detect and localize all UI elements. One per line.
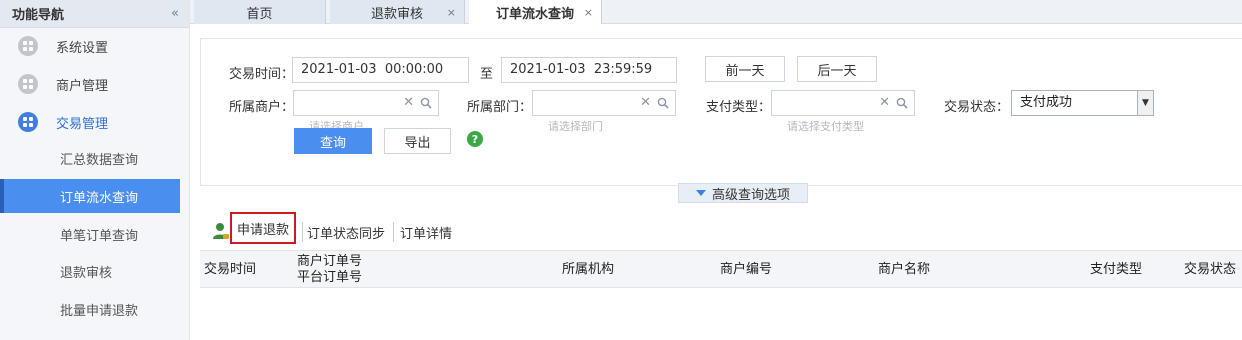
- col-merchant-order-no[interactable]: 商户订单号: [297, 254, 362, 270]
- user-add-icon: [213, 223, 229, 239]
- prev-day-button[interactable]: 前一天: [705, 56, 785, 82]
- search-icon[interactable]: [657, 97, 669, 109]
- sync-status-button[interactable]: 订单状态同步: [307, 220, 385, 244]
- triangle-down-icon: [695, 190, 706, 196]
- to-label: 至: [480, 67, 494, 82]
- sidebar-title: 功能导航: [12, 8, 65, 23]
- col-platform-order-no[interactable]: 平台订单号: [297, 270, 362, 286]
- sidebar-category-label: 交易管理: [56, 116, 109, 132]
- clear-icon[interactable]: ✕: [640, 91, 651, 115]
- col-pay-type[interactable]: 支付类型: [1090, 262, 1142, 278]
- merchant-input[interactable]: 请选择商户 ✕: [293, 90, 439, 133]
- toolbar-divider: [393, 222, 394, 242]
- sidebar-item-batch-refund[interactable]: 批量申请退款: [0, 292, 180, 326]
- end-time-input[interactable]: 2021-01-03 23:59:59: [501, 57, 677, 83]
- sidebar-item-order-flow-query[interactable]: 订单流水查询: [0, 179, 180, 213]
- clear-icon[interactable]: ✕: [403, 91, 414, 115]
- toolbar-divider: [302, 222, 303, 242]
- col-trade-time[interactable]: 交易时间: [204, 262, 256, 278]
- sidebar-category-system[interactable]: 系统设置: [0, 27, 190, 65]
- search-icon[interactable]: [420, 97, 432, 109]
- tab-order-flow-query[interactable]: 订单流水查询 ×: [469, 0, 602, 24]
- dept-label: 所属部门：: [467, 100, 533, 115]
- tab-label: 首页: [246, 6, 273, 22]
- status-select[interactable]: 支付成功 ▼: [1011, 90, 1154, 116]
- start-time-input[interactable]: 2021-01-03 00:00:00: [292, 57, 469, 83]
- col-trade-status[interactable]: 交易状态: [1184, 262, 1236, 278]
- sidebar: 功能导航 « 系统设置 商户管理 交易管理 汇总数据查询 订单流水查询 单笔订单…: [0, 0, 190, 340]
- sidebar-category-label: 系统设置: [56, 40, 109, 56]
- paytype-placeholder: 请选择支付类型: [787, 120, 864, 133]
- apply-refund-button[interactable]: 申请退款: [230, 212, 297, 244]
- sidebar-item-single-order-query[interactable]: 单笔订单查询: [0, 217, 180, 251]
- sidebar-category-label: 商户管理: [56, 78, 109, 94]
- sidebar-item-refund-review[interactable]: 退款审核: [0, 254, 180, 288]
- col-org[interactable]: 所属机构: [562, 262, 614, 278]
- tab-label: 订单流水查询: [495, 6, 574, 22]
- tab-refund-review[interactable]: 退款审核 ×: [330, 0, 465, 24]
- order-detail-button[interactable]: 订单详情: [400, 220, 452, 244]
- col-merchant-name[interactable]: 商户名称: [878, 262, 930, 278]
- advanced-options-label: 高级查询选项: [711, 187, 790, 203]
- dept-placeholder: 请选择部门: [548, 120, 603, 133]
- sidebar-header: 功能导航 «: [0, 0, 189, 28]
- query-button[interactable]: 查询: [294, 128, 372, 154]
- help-icon[interactable]: ?: [467, 131, 483, 147]
- sidebar-category-merchant[interactable]: 商户管理: [0, 65, 190, 103]
- grid-icon: [18, 112, 38, 132]
- clear-icon[interactable]: ✕: [879, 91, 890, 115]
- paytype-label: 支付类型：: [706, 100, 772, 115]
- close-icon[interactable]: ×: [584, 6, 593, 19]
- sidebar-category-trade[interactable]: 交易管理: [0, 103, 190, 141]
- tab-label: 退款审核: [370, 6, 423, 22]
- collapse-icon[interactable]: «: [171, 6, 179, 21]
- paytype-input[interactable]: 请选择支付类型 ✕: [771, 90, 915, 133]
- grid-icon: [18, 36, 38, 56]
- sidebar-item-summary-query[interactable]: 汇总数据查询: [0, 141, 180, 175]
- export-button[interactable]: 导出: [384, 128, 451, 154]
- tab-bar: 首页 退款审核 × 订单流水查询 ×: [190, 0, 1242, 24]
- status-select-value: 支付成功: [1020, 95, 1073, 110]
- search-icon[interactable]: [896, 97, 908, 109]
- trade-time-label: 交易时间：: [229, 67, 295, 82]
- dept-input[interactable]: 请选择部门 ✕: [532, 90, 676, 133]
- table-header: 交易时间 商户订单号 平台订单号 所属机构 商户编号 商户名称 支付类型 交易状…: [200, 250, 1242, 288]
- close-icon[interactable]: ×: [447, 6, 456, 19]
- tab-home[interactable]: 首页: [194, 0, 326, 24]
- col-merchant-no[interactable]: 商户编号: [720, 262, 772, 278]
- status-label: 交易状态：: [944, 100, 1010, 115]
- grid-icon: [18, 74, 38, 94]
- next-day-button[interactable]: 后一天: [797, 56, 877, 82]
- advanced-options-toggle[interactable]: 高级查询选项: [678, 183, 808, 203]
- merchant-label: 所属商户：: [229, 100, 295, 115]
- dropdown-arrow-icon[interactable]: ▼: [1137, 91, 1153, 115]
